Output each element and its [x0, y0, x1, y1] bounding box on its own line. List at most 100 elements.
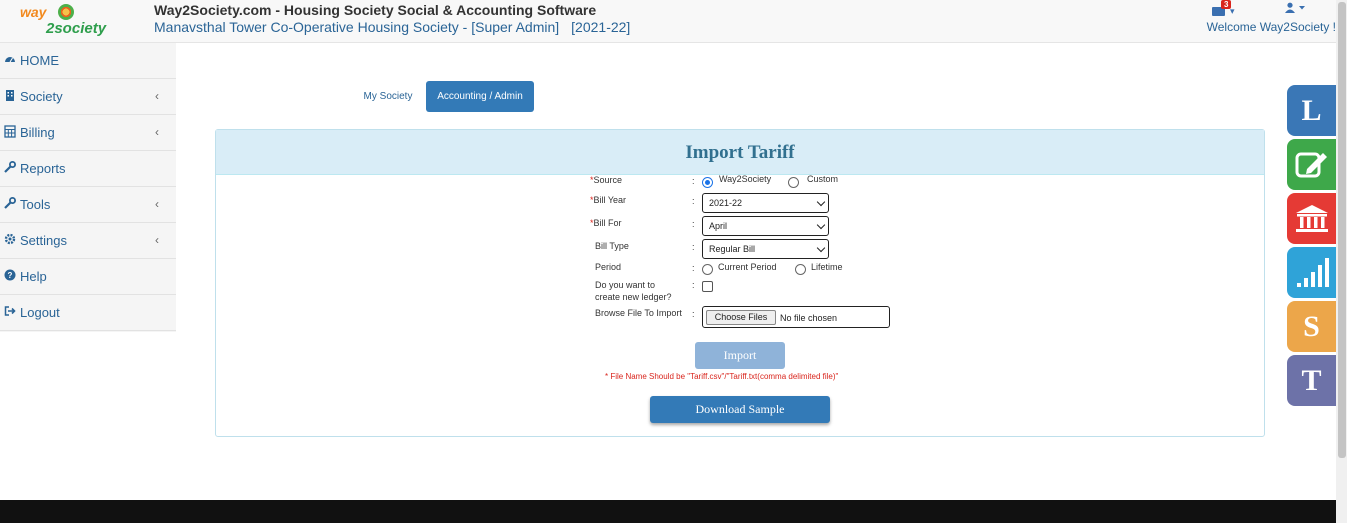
side-tile-t[interactable]: T [1287, 355, 1336, 406]
footer-bar [0, 500, 1336, 523]
bill-for-label: *Bill For [590, 218, 622, 228]
sidebar-item-label: Settings [20, 233, 67, 248]
edit-icon [1295, 152, 1327, 178]
colon: : [692, 219, 695, 229]
sidebar-item-help[interactable]: ? Help [0, 259, 176, 295]
top-header: way 2society Way2Society.com - Housing S… [0, 0, 1336, 43]
chevron-left-icon: ‹ [155, 89, 159, 103]
bill-for-value: April [709, 221, 728, 231]
side-tile-bank[interactable] [1287, 193, 1336, 244]
source-custom-label: Custom [807, 174, 839, 184]
sidebar-item-society[interactable]: Society ‹ [0, 79, 176, 115]
bill-for-label-text: Bill For [593, 218, 622, 228]
app-title: Way2Society.com - Housing Society Social… [154, 2, 597, 18]
svg-text:?: ? [8, 271, 13, 280]
sidebar-item-billing[interactable]: Billing ‹ [0, 115, 176, 151]
bill-type-value: Regular Bill [709, 244, 756, 254]
page-title: Import Tariff [685, 142, 795, 163]
user-menu-icon[interactable] [1285, 2, 1307, 17]
bank-icon [1295, 205, 1328, 232]
scrollbar-thumb[interactable] [1338, 2, 1346, 458]
letter-t-icon: T [1301, 364, 1322, 397]
calculator-icon [4, 125, 16, 138]
choose-files-button[interactable]: Choose Files [706, 310, 776, 325]
period-lifetime-label: Lifetime [811, 262, 843, 272]
file-input[interactable]: Choose Files No file chosen [702, 306, 890, 328]
chevron-left-icon: ‹ [155, 197, 159, 211]
source-label-text: Source [593, 175, 623, 185]
sidebar-item-label: Billing [20, 125, 55, 140]
period-label: Period [595, 262, 622, 272]
logo-flower-icon [58, 4, 74, 20]
source-label: *Source [590, 175, 622, 185]
bill-year-label-text: Bill Year [593, 195, 627, 205]
download-sample-button[interactable]: Download Sample [650, 396, 830, 423]
chevron-left-icon: ‹ [155, 125, 159, 139]
way2society-logo[interactable]: way 2society [18, 2, 128, 40]
bill-for-select[interactable]: April [702, 216, 829, 236]
caret-down-icon: ▾ [1230, 6, 1235, 16]
society-name[interactable]: Manavsthal Tower Co-Operative Housing So… [154, 19, 559, 35]
gear-icon [4, 233, 16, 245]
chevron-down-icon [816, 197, 826, 207]
tab-my-society[interactable]: My Society [355, 81, 421, 112]
create-ledger-label: Do you want to create new ledger? [595, 279, 672, 303]
logout-icon [4, 306, 16, 316]
bill-year-select[interactable]: 2021-22 [702, 193, 829, 213]
help-icon: ? [4, 269, 16, 281]
side-tile-edit[interactable] [1287, 139, 1336, 190]
import-button[interactable]: Import [695, 342, 785, 369]
chevron-down-icon [816, 243, 826, 253]
bill-year-value: 2021-22 [709, 198, 743, 208]
side-tile-l[interactable]: L [1287, 85, 1336, 136]
tab-accounting-admin[interactable]: Accounting / Admin [426, 81, 534, 112]
source-way2society-radio[interactable] [702, 177, 713, 188]
user-icon [1285, 2, 1305, 13]
source-custom-radio[interactable] [788, 177, 799, 188]
sidebar-item-logout[interactable]: Logout [0, 295, 176, 331]
file-status: No file chosen [780, 313, 838, 323]
society-name-line[interactable]: Manavsthal Tower Co-Operative Housing So… [154, 19, 630, 35]
bill-type-label: Bill Type [595, 241, 629, 251]
mail-notification[interactable]: 3 ▾ [1212, 0, 1240, 18]
financial-year[interactable]: [2021-22] [571, 19, 630, 35]
side-tile-stats[interactable] [1287, 247, 1336, 298]
building-icon [6, 90, 14, 101]
create-ledger-label-line2: create new ledger? [595, 292, 672, 302]
sidebar: HOME Society ‹ Billing ‹ Reports Tools ‹… [0, 43, 176, 332]
colon: : [692, 263, 695, 273]
panel-heading: Import Tariff [216, 130, 1264, 175]
sidebar-item-label: Society [20, 89, 63, 104]
create-ledger-label-line1: Do you want to [595, 280, 656, 290]
colon: : [692, 176, 695, 186]
sidebar-item-settings[interactable]: Settings ‹ [0, 223, 176, 259]
sidebar-item-reports[interactable]: Reports [0, 151, 176, 187]
period-current-radio[interactable] [702, 264, 713, 275]
logo-word: society [54, 20, 107, 37]
source-way2society-label: Way2Society [719, 174, 772, 184]
bill-type-select[interactable]: Regular Bill [702, 239, 829, 259]
file-name-note: * File Name Should be "Tariff.csv"/"Tari… [605, 372, 839, 381]
wrench-icon [4, 161, 16, 173]
side-tile-s[interactable]: S [1287, 301, 1336, 352]
signal-bars-icon [1296, 258, 1329, 287]
sidebar-item-home[interactable]: HOME [0, 43, 176, 79]
dashboard-icon [5, 57, 15, 63]
chevron-down-icon [816, 220, 826, 230]
colon: : [692, 242, 695, 252]
sidebar-item-label: Tools [20, 197, 51, 212]
period-current-label: Current Period [718, 262, 777, 272]
sidebar-item-label: HOME [20, 53, 59, 68]
welcome-text[interactable]: Welcome Way2Society ! [1207, 20, 1336, 34]
sidebar-item-tools[interactable]: Tools ‹ [0, 187, 176, 223]
period-lifetime-radio[interactable] [795, 264, 806, 275]
wrench-icon [4, 197, 16, 209]
colon: : [692, 309, 695, 319]
letter-l-icon: L [1301, 94, 1322, 127]
bill-year-label: *Bill Year [590, 195, 626, 205]
chevron-left-icon: ‹ [155, 233, 159, 247]
sidebar-item-label: Logout [20, 305, 60, 320]
create-ledger-checkbox[interactable] [702, 281, 713, 292]
sidebar-item-label: Help [20, 269, 47, 284]
colon: : [692, 280, 695, 290]
